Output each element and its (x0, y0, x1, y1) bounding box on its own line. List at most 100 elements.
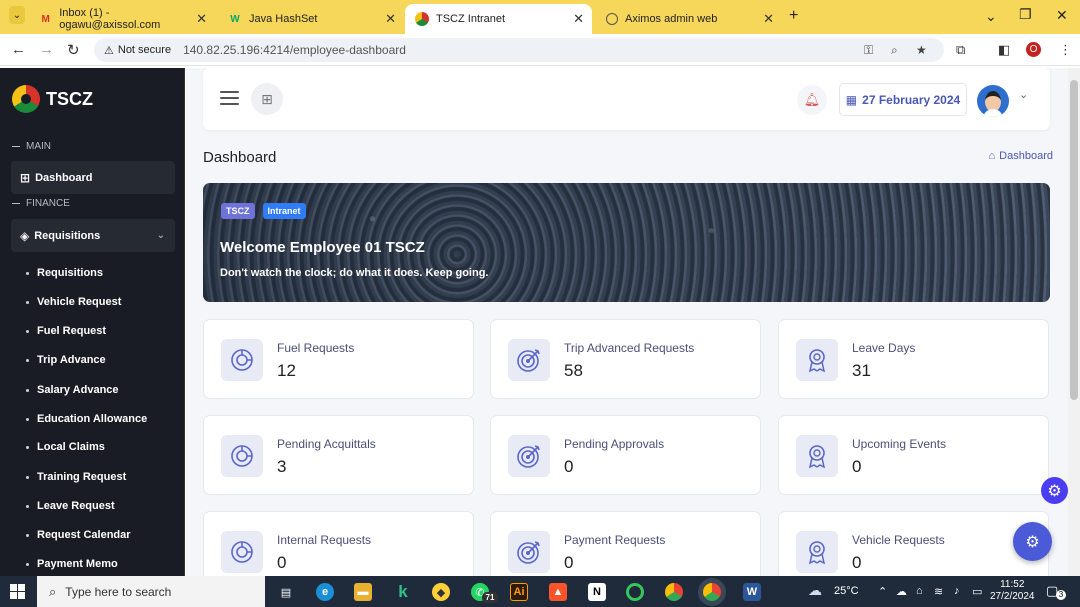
welcome-banner: TSCZ Intranet Welcome Employee 01 TSCZ D… (203, 183, 1050, 302)
side-panel-icon[interactable]: ◧ (998, 42, 1010, 58)
user-avatar[interactable] (977, 85, 1009, 117)
breadcrumb[interactable]: ⌂ Dashboard (989, 150, 1053, 162)
close-icon[interactable]: ✕ (196, 11, 207, 27)
omnibox[interactable]: ⚠ Not secure 140.82.25.196:4214/employee… (94, 38, 944, 62)
sidebar-subitem[interactable]: Salary Advance (26, 384, 119, 396)
language-icon[interactable]: ▭ (972, 585, 982, 598)
sidebar-subitem[interactable]: Local Claims (26, 441, 105, 453)
zoom-icon[interactable]: ⌕ (891, 43, 898, 58)
weather-icon[interactable]: ☁ (808, 582, 822, 599)
stat-card-payment-requests[interactable]: Payment Requests 0 (490, 511, 761, 576)
notification-bell-icon[interactable]: 🔔︎ (797, 85, 827, 115)
new-tab-icon[interactable]: + (789, 7, 798, 25)
chevron-down-icon[interactable]: ⌄ (1019, 88, 1028, 101)
w3schools-icon: W (230, 13, 240, 25)
star-icon[interactable]: ★ (916, 43, 927, 57)
tab-title: Inbox (1) - ogawu@axissol.com (59, 7, 161, 31)
stat-card-upcoming-events[interactable]: Upcoming Events 0 (778, 415, 1049, 495)
extensions-icon[interactable]: ⧉ (956, 42, 965, 58)
brave-icon[interactable]: ▲ (549, 583, 567, 601)
target-icon (508, 435, 550, 477)
stat-label: Fuel Requests (277, 341, 355, 355)
sidebar-subitem[interactable]: Trip Advance (26, 354, 106, 366)
k-app-icon[interactable]: k (394, 582, 412, 601)
device-icon[interactable]: ⌂ (916, 585, 923, 597)
chrome-active-icon[interactable] (703, 583, 721, 601)
stat-card-leave-days[interactable]: Leave Days 31 (778, 319, 1049, 399)
reload-icon[interactable]: ↻ (67, 41, 80, 59)
sidebar-subitem[interactable]: Request Calendar (26, 529, 131, 541)
brand-logo[interactable]: TSCZ (12, 85, 93, 113)
apps-grid-icon[interactable]: ⊞ (251, 83, 283, 115)
sidebar-subitem[interactable]: Education Allowance (26, 413, 147, 425)
stat-card-pending-acquittals[interactable]: Pending Acquittals 3 (203, 415, 474, 495)
tab-tscz-intranet[interactable]: TSCZ Intranet ✕ (405, 4, 592, 34)
file-explorer-icon[interactable]: ▬ (354, 583, 372, 601)
close-icon[interactable]: ✕ (385, 11, 396, 27)
chevron-down-icon[interactable]: ⌄ (985, 8, 997, 25)
clock-time: 11:52 (1000, 579, 1025, 590)
windows-start-icon[interactable] (10, 584, 25, 599)
page-scrollbar[interactable] (1068, 68, 1080, 576)
notion-icon[interactable]: N (588, 583, 606, 601)
sidebar-subitem[interactable]: Requisitions (26, 267, 103, 279)
weather-temp[interactable]: 25°C (834, 585, 859, 597)
sidebar-item-label: Dashboard (35, 171, 93, 184)
word-icon[interactable]: W (743, 583, 761, 601)
tab-aximos[interactable]: Aximos admin web ✕ (596, 4, 782, 34)
tab-gmail[interactable]: M Inbox (1) - ogawu@axissol.com ✕ (29, 4, 215, 34)
sidebar-item-requisitions[interactable]: ◈ Requisitions ⌄ (11, 219, 175, 252)
url-text[interactable]: 140.82.25.196:4214/employee-dashboard (183, 43, 406, 57)
date-display[interactable]: ▦ 27 February 2024 (839, 83, 967, 116)
restore-icon[interactable]: ❐ (1019, 6, 1032, 23)
tab-java-hashset[interactable]: W Java HashSet ✕ (218, 4, 404, 34)
taskbar-search[interactable]: ⌕ Type here to search (37, 576, 265, 607)
date-text: 27 February 2024 (862, 92, 961, 107)
theme-settings-gear-icon[interactable]: ⚙ (1041, 477, 1068, 504)
settings-fab-icon[interactable]: ⚙ (1013, 522, 1052, 561)
wifi-icon[interactable]: ≋ (934, 585, 943, 598)
search-icon: ⌕ (49, 583, 57, 599)
sidebar-subitem[interactable]: Training Request (26, 471, 126, 483)
top-header: ⊞ 🔔︎ ▦ 27 February 2024 ⌄ (203, 68, 1050, 130)
scrollbar-thumb[interactable] (1070, 80, 1078, 400)
sidebar-subitem[interactable]: Leave Request (26, 500, 115, 512)
profile-avatar[interactable]: O (1026, 42, 1041, 57)
volume-icon[interactable]: ♪ (954, 585, 960, 597)
app-ring-icon[interactable] (626, 583, 644, 601)
sidebar-subitem[interactable]: Vehicle Request (26, 296, 121, 308)
taskbar-clock[interactable]: 11:52 27/2/2024 (990, 579, 1035, 603)
menu-icon[interactable]: ⋮ (1059, 42, 1072, 58)
illustrator-icon[interactable]: Ai (510, 583, 528, 601)
stat-value: 12 (277, 361, 296, 380)
not-secure-label: Not secure (117, 44, 172, 56)
sidebar-subitem[interactable]: Fuel Request (26, 325, 106, 337)
stat-card-fuel-requests[interactable]: Fuel Requests 12 (203, 319, 474, 399)
chrome-icon[interactable] (665, 583, 683, 601)
stat-card-internal-requests[interactable]: Internal Requests 0 (203, 511, 474, 576)
back-icon[interactable]: ← (11, 41, 26, 58)
cloud-icon[interactable]: ☁ (896, 585, 907, 598)
stat-card-trip-advanced[interactable]: Trip Advanced Requests 58 (490, 319, 761, 399)
forward-icon[interactable]: → (39, 41, 54, 58)
stat-card-vehicle-requests[interactable]: Vehicle Requests 0 (778, 511, 1049, 576)
welcome-heading: Welcome Employee 01 TSCZ (220, 239, 425, 256)
key-icon[interactable]: ⚿ (864, 43, 873, 58)
sidebar-subitem[interactable]: Payment Memo (26, 558, 118, 570)
task-view-icon[interactable]: ▤ (277, 583, 295, 601)
not-secure-indicator[interactable]: ⚠ Not secure (104, 44, 171, 57)
chevron-up-icon[interactable]: ⌃ (878, 585, 887, 598)
browser-tab-bar: ⌄ M Inbox (1) - ogawu@axissol.com ✕ W Ja… (0, 0, 1080, 34)
tscz-icon (415, 12, 429, 26)
close-window-icon[interactable]: ✕ (1056, 7, 1068, 24)
hamburger-menu-icon[interactable] (220, 91, 239, 105)
close-icon[interactable]: ✕ (763, 11, 774, 27)
stat-card-pending-approvals[interactable]: Pending Approvals 0 (490, 415, 761, 495)
close-icon[interactable]: ✕ (573, 11, 584, 27)
edge-icon[interactable]: e (316, 583, 334, 601)
app-icon[interactable]: ◆ (432, 583, 450, 601)
sidebar-item-dashboard[interactable]: ⊞ Dashboard (11, 161, 175, 194)
tab-search-icon[interactable]: ⌄ (9, 6, 25, 24)
stat-value: 3 (277, 457, 287, 476)
stat-label: Upcoming Events (852, 437, 947, 451)
